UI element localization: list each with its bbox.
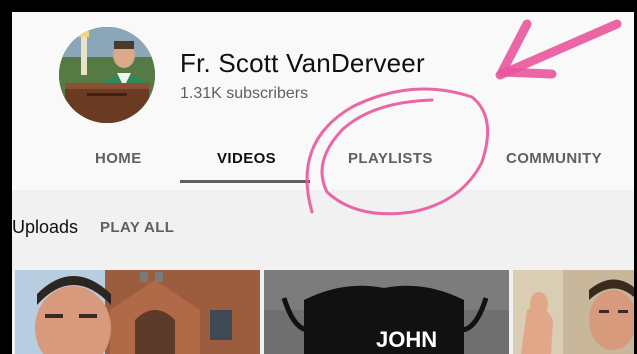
uploads-heading: Uploads (12, 217, 79, 237)
thumbnail-2-image: JOHN (264, 270, 509, 354)
tab-home[interactable]: HOME (95, 150, 142, 167)
tab-videos[interactable]: VIDEOS (217, 150, 276, 167)
channel-name: Fr. Scott VanDerveer (180, 48, 425, 78)
youtube-channel-page: Fr. Scott VanDerveer 1.31K subscribers H… (12, 12, 634, 354)
video-thumbnail-1[interactable] (15, 270, 260, 354)
video-thumbnail-3[interactable] (513, 270, 634, 354)
video-thumbnail-2[interactable]: JOHN (264, 270, 509, 354)
avatar-image (59, 27, 155, 123)
tab-community[interactable]: COMMUNITY (506, 150, 602, 167)
subscriber-count: 1.31K subscribers (180, 85, 309, 102)
thumbnail-3-image (513, 270, 634, 354)
thumbnail-1-image (15, 270, 260, 354)
play-all-button[interactable]: PLAY ALL (100, 219, 174, 236)
active-tab-indicator (180, 180, 310, 183)
mask-text: JOHN (376, 327, 437, 352)
channel-avatar[interactable] (59, 27, 155, 123)
tab-playlists[interactable]: PLAYLISTS (348, 150, 433, 167)
